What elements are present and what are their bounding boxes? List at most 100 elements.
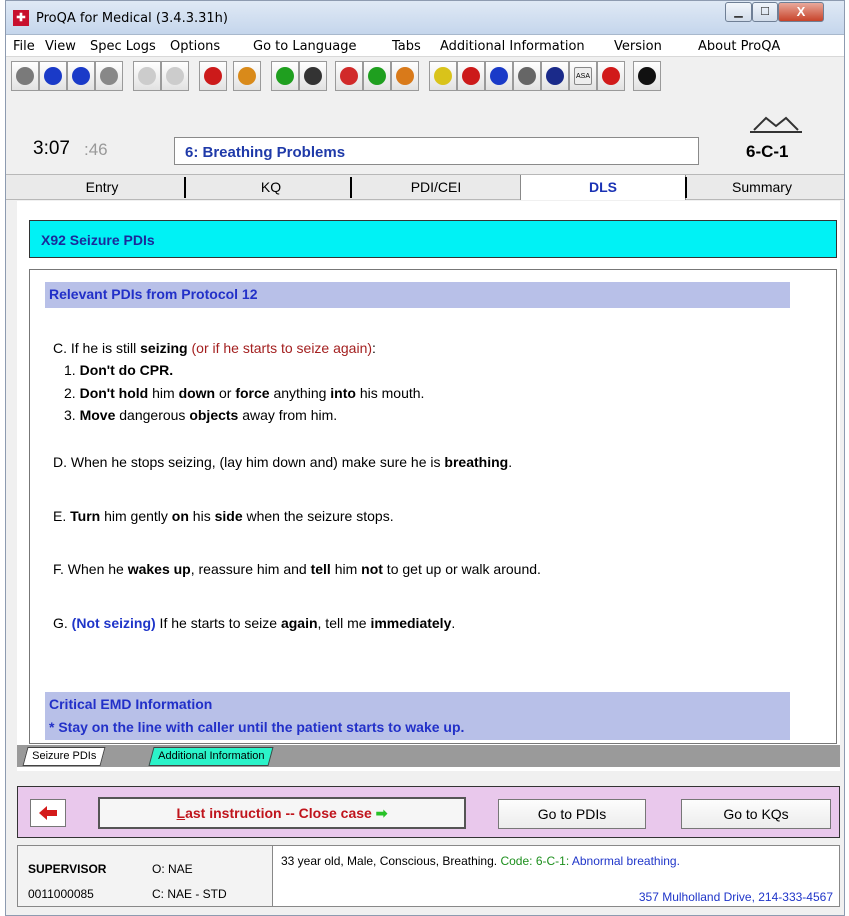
instruction-c: C. If he is still seizing (or if he star… (53, 340, 376, 356)
tab-summary[interactable]: Summary (687, 175, 837, 200)
title-bar[interactable]: ✚ ProQA for Medical (3.4.3.31h) ▁ ☐ X (6, 1, 844, 35)
document-icon (138, 67, 156, 85)
section-title: Relevant PDIs from Protocol 12 (45, 282, 790, 308)
toolbar-button-document[interactable] (133, 61, 161, 91)
toolbar-button-person[interactable] (633, 61, 661, 91)
case-summary: 33 year old, Male, Conscious, Breathing.… (281, 854, 680, 868)
toolbar-button-bottle[interactable] (233, 61, 261, 91)
clock-icon (100, 67, 118, 85)
toolbar-button-record[interactable] (597, 61, 625, 91)
menu-file[interactable]: File (13, 39, 35, 54)
bicycle-icon (518, 67, 536, 85)
go-to-kqs-button[interactable]: Go to KQs (681, 799, 831, 829)
tab-kq[interactable]: KQ (186, 175, 356, 200)
chief-complaint-field[interactable]: 6: Breathing Problems (174, 137, 699, 165)
case-number: 0011000085 (28, 887, 94, 901)
target-icon (204, 67, 222, 85)
phone-icon (72, 67, 90, 85)
proqa-logo-icon: ✚ (13, 10, 29, 26)
determinant-logo-icon (750, 116, 802, 133)
instruction-g: G. (Not seizing) If he starts to seize a… (53, 615, 456, 631)
toolbar-button-radiation[interactable] (335, 61, 363, 91)
toolbar-button-asa[interactable]: ASA (569, 61, 597, 91)
document-icon (166, 67, 184, 85)
menu-options[interactable]: Options (170, 39, 220, 54)
tab-entry[interactable]: Entry (12, 175, 192, 200)
toolbar-button-gear[interactable] (363, 61, 391, 91)
gear-icon (368, 67, 386, 85)
minimize-button[interactable]: ▁ (725, 2, 752, 22)
asa-icon: ASA (574, 67, 592, 85)
menu-bar: File View Spec Logs Options Go to Langua… (6, 35, 844, 57)
updown-arrows-icon (276, 67, 294, 85)
go-to-pdis-button[interactable]: Go to PDIs (498, 799, 646, 829)
heart-icon (462, 67, 480, 85)
main-tabs: Entry KQ PDI/CEI DLS Summary (6, 174, 844, 200)
face-icon (546, 67, 564, 85)
toolbar-button-clock[interactable] (95, 61, 123, 91)
instruction-c1: 1. Don't do CPR. (64, 362, 174, 378)
dls-panel: X92 Seizure PDIs Relevant PDIs from Prot… (17, 201, 840, 771)
pdi-subtabs: Seizure PDIs Additional Information (17, 745, 840, 767)
toolbar-button-bicycle[interactable] (513, 61, 541, 91)
toolbar-button-plus[interactable] (11, 61, 39, 91)
toolbar-button-hazard[interactable] (299, 61, 327, 91)
menu-spec-logs[interactable]: Spec Logs (90, 39, 156, 54)
toolbar-button-document[interactable] (161, 61, 189, 91)
green-right-arrow-icon: ➡ (375, 805, 388, 821)
toolbar-button-down-arrow[interactable] (485, 61, 513, 91)
toolbar-button-phone[interactable] (67, 61, 95, 91)
toolbar-button-updown-arrows[interactable] (271, 61, 299, 91)
red-left-arrow-icon (39, 806, 57, 820)
user-info: SUPERVISOR 0011000085 O: NAE C: NAE - ST… (18, 846, 273, 906)
app-window: ✚ ProQA for Medical (3.4.3.31h) ▁ ☐ X Fi… (5, 0, 845, 916)
toolbar-button-target[interactable] (199, 61, 227, 91)
subtab-seizure-pdis[interactable]: Seizure PDIs (22, 747, 106, 766)
tab-pdi-cei[interactable]: PDI/CEI (352, 175, 520, 200)
back-button[interactable] (30, 799, 66, 827)
menu-version[interactable]: Version (614, 39, 662, 54)
subtab-additional-information-label: Additional Information (158, 750, 265, 762)
hazard-icon (304, 67, 322, 85)
close-button[interactable]: X (778, 2, 824, 22)
critical-emd-title: Critical EMD Information (45, 692, 790, 716)
toolbar: ASA (6, 58, 844, 94)
toolbar-button-heart[interactable] (457, 61, 485, 91)
status-bar: SUPERVISOR 0011000085 O: NAE C: NAE - ST… (17, 845, 840, 907)
plus-icon (16, 67, 34, 85)
instruction-c2: 2. Don't hold him down or force anything… (64, 385, 425, 401)
radiation-icon (340, 67, 358, 85)
menu-go-to-language[interactable]: Go to Language (253, 39, 357, 54)
subtab-additional-information[interactable]: Additional Information (148, 747, 274, 766)
elapsed-time: 3:07 (33, 138, 70, 159)
critical-emd-text: * Stay on the line with caller until the… (45, 716, 790, 740)
toolbar-button-question[interactable] (429, 61, 457, 91)
elapsed-seconds: :46 (84, 140, 108, 159)
instruction-c3: 3. Move dangerous objects away from him. (64, 407, 338, 423)
tab-dls[interactable]: DLS (520, 175, 686, 200)
determinant-code: 6-C-1 (746, 142, 789, 161)
minus-icon (44, 67, 62, 85)
center-field: C: NAE - STD (152, 887, 227, 901)
menu-view[interactable]: View (45, 39, 76, 54)
panel-title: X92 Seizure PDIs (29, 220, 837, 258)
record-icon (602, 67, 620, 85)
instruction-f: F. When he wakes up, reassure him and te… (53, 561, 541, 577)
medal-icon (396, 67, 414, 85)
menu-tabs[interactable]: Tabs (392, 39, 421, 54)
incident-address: 357 Mulholland Drive, 214-333-4567 (638, 890, 833, 904)
window-title: ProQA for Medical (3.4.3.31h) (36, 11, 228, 26)
maximize-button[interactable]: ☐ (752, 2, 778, 22)
user-role: SUPERVISOR (28, 862, 107, 876)
toolbar-button-medal[interactable] (391, 61, 419, 91)
bottle-icon (238, 67, 256, 85)
question-icon (434, 67, 452, 85)
menu-additional-information[interactable]: Additional Information (440, 39, 585, 54)
menu-about-proqa[interactable]: About ProQA (698, 39, 780, 54)
toolbar-button-face[interactable] (541, 61, 569, 91)
last-instruction-close-case-button[interactable]: Last instruction -- Close case ➡ (98, 797, 466, 829)
instruction-d: D. When he stops seizing, (lay him down … (53, 454, 513, 470)
toolbar-button-minus[interactable] (39, 61, 67, 91)
pdi-content[interactable]: Relevant PDIs from Protocol 12 C. If he … (29, 269, 837, 744)
action-bar: Last instruction -- Close case ➡ Go to P… (17, 786, 840, 838)
